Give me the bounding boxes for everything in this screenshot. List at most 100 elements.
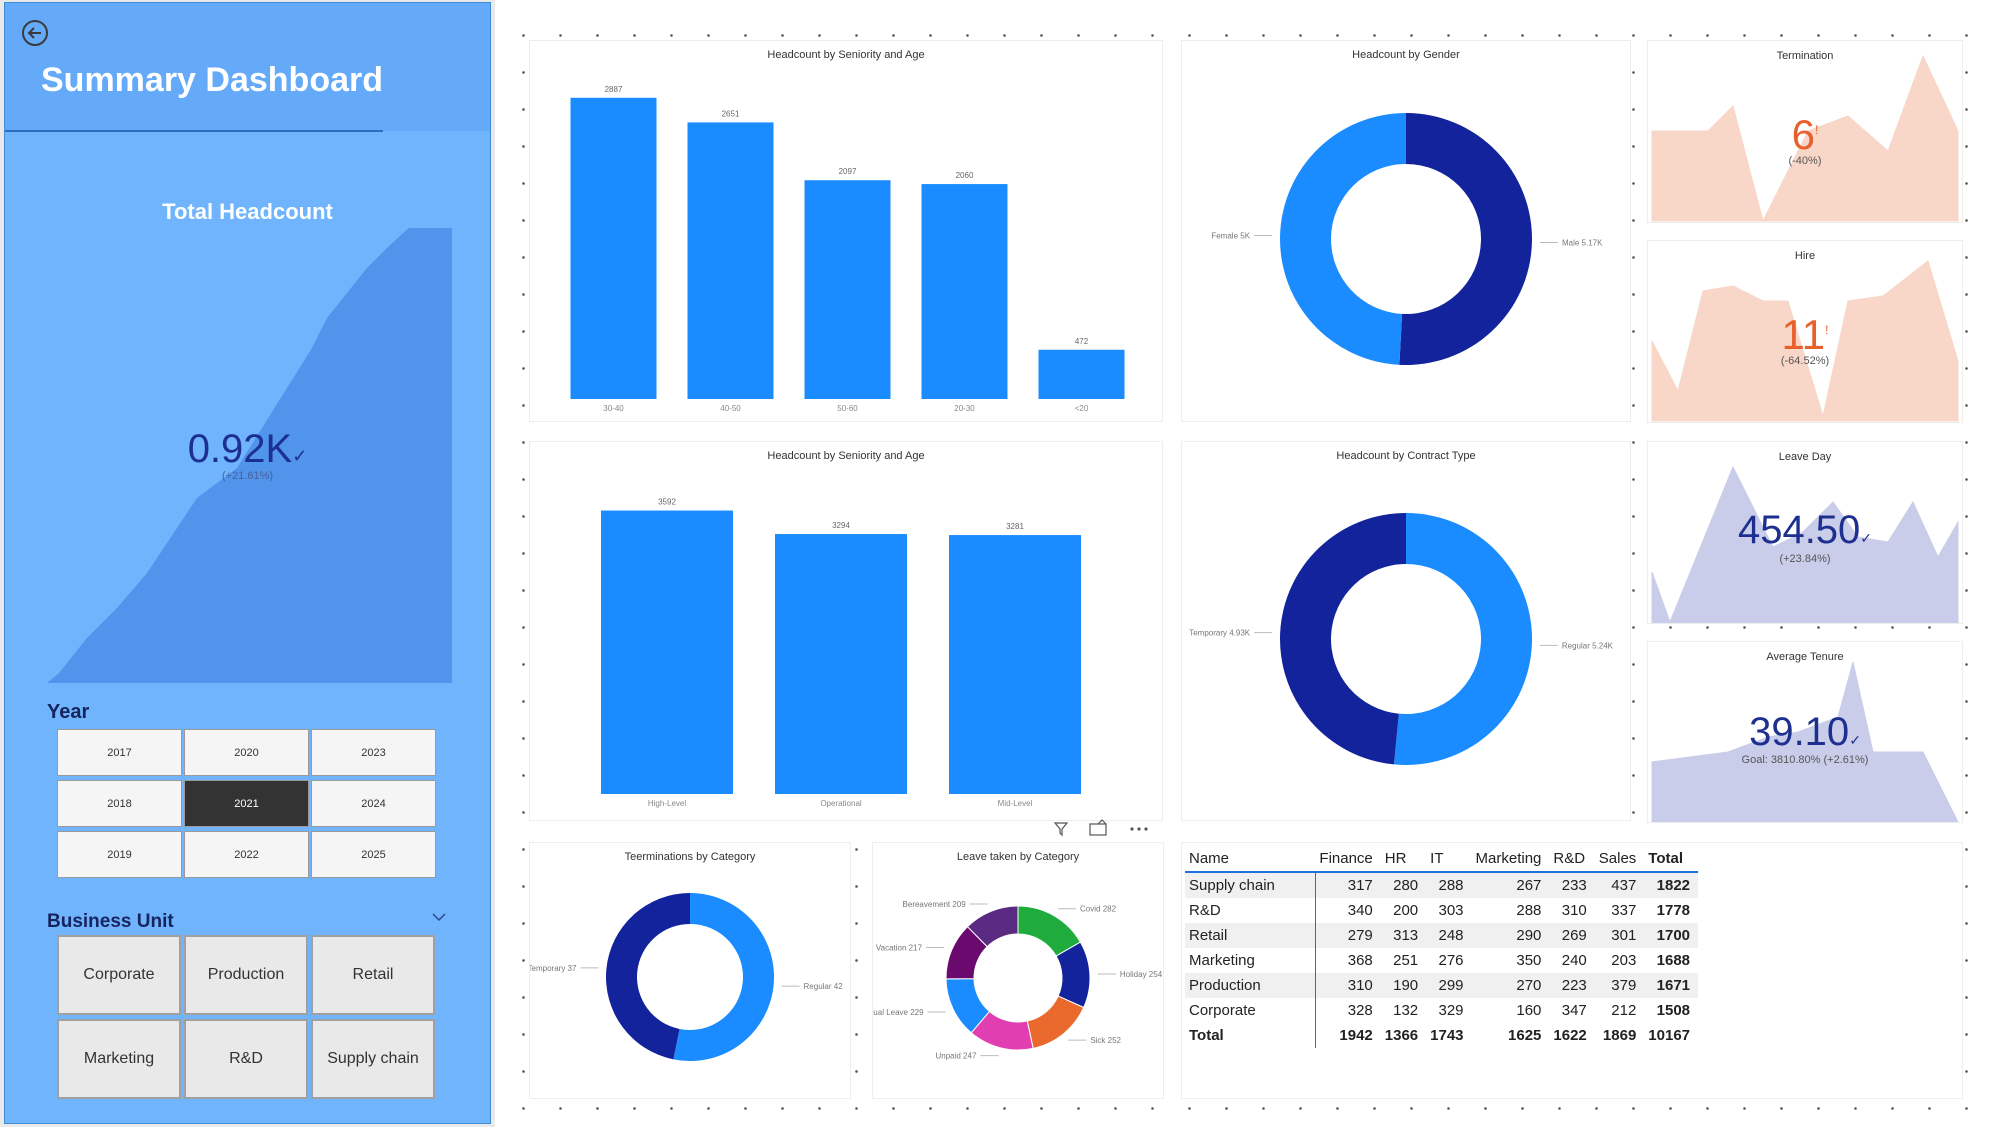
more-options-icon[interactable] — [1130, 827, 1148, 831]
table-cell: 212 — [1611, 1002, 1637, 1019]
slice-regular[interactable] — [1393, 513, 1532, 765]
bar-<20[interactable] — [1038, 349, 1125, 399]
business-unit-option-r-d[interactable]: R&D — [184, 1019, 308, 1099]
column-header[interactable]: Total — [1644, 846, 1698, 872]
table-cell: 299 — [1426, 973, 1472, 998]
leave-category-card[interactable]: Leave taken by Category Covid 282 Holiday… — [873, 843, 1163, 1098]
bar-40-50[interactable] — [687, 122, 774, 400]
bar-Mid-Level[interactable] — [949, 535, 1081, 794]
slice-female[interactable] — [1280, 113, 1406, 365]
bar-30-40[interactable] — [570, 97, 657, 399]
table-cell: 190 — [1380, 973, 1427, 998]
table-cell: 288 — [1516, 902, 1542, 919]
table-row: Marketing 368 251 276 350 240 203 1688 — [1185, 948, 1698, 973]
bar-High-Level[interactable] — [601, 510, 733, 794]
category-label: Operational — [820, 799, 862, 808]
slice-label: Covid 282 — [1080, 905, 1117, 914]
business-unit-option-production[interactable]: Production — [184, 935, 308, 1015]
leave-day-card[interactable]: Leave Day 454.50✓ (+23.84%) — [1648, 442, 1962, 623]
slice-temporary[interactable] — [1279, 513, 1406, 765]
table-cell: 276 — [1438, 952, 1464, 969]
business-unit-slicer-title: Business Unit — [47, 911, 174, 932]
chevron-down-icon[interactable] — [431, 911, 447, 923]
year-option-2017[interactable]: 2017 — [57, 729, 182, 776]
seniority-age-bar-chart: 2887 30-40 2651 40-50 2097 50-60 2060 20-30 472 <… — [570, 85, 1125, 413]
table-cell: 270 — [1471, 973, 1550, 998]
year-option-2019[interactable]: 2019 — [57, 831, 182, 878]
termination-card[interactable]: Termination 6! (-40%) — [1648, 41, 1962, 222]
table-cell: 1822 — [1644, 872, 1699, 898]
table-cell: 317 — [1315, 872, 1381, 898]
column-header[interactable]: Finance — [1315, 846, 1380, 872]
business-unit-option-supply-chain[interactable]: Supply chain — [311, 1019, 435, 1099]
year-option-2025[interactable]: 2025 — [311, 831, 436, 878]
table-cell: 347 — [1561, 1002, 1587, 1019]
page-title: Summary Dashboard — [41, 61, 383, 99]
bar-Operational[interactable] — [775, 534, 907, 794]
bar-50-60[interactable] — [804, 180, 891, 399]
year-option-2018[interactable]: 2018 — [57, 780, 182, 827]
back-arrow-icon[interactable] — [19, 17, 51, 49]
column-header[interactable]: R&D — [1549, 846, 1594, 872]
table-cell: 1622 — [1553, 1027, 1587, 1044]
slice-label: Sick 252 — [1090, 1036, 1121, 1045]
table-row: Production 310 190 299 270 223 379 1671 — [1185, 973, 1699, 998]
year-option-2023[interactable]: 2023 — [311, 729, 436, 776]
table-cell: 280 — [1380, 872, 1427, 898]
data-label: 2097 — [839, 167, 857, 176]
table-cell: 303 — [1438, 902, 1464, 919]
table-row: Retail 279 313 248 290 269 301 1700 — [1185, 923, 1699, 948]
table-cell: 160 — [1516, 1002, 1542, 1019]
column-header[interactable]: Name — [1185, 846, 1315, 872]
focus-mode-icon[interactable] — [1089, 819, 1107, 836]
table-cell: 1625 — [1508, 1027, 1542, 1044]
slice-male[interactable] — [1399, 113, 1532, 365]
year-option-2022[interactable]: 2022 — [184, 831, 309, 878]
year-option-2021[interactable]: 2021 — [184, 780, 309, 827]
slice-label: Regular 5.24K — [1562, 641, 1614, 650]
column-header[interactable]: Marketing — [1472, 846, 1550, 872]
slice-temporary[interactable] — [606, 893, 690, 1060]
data-label: 2651 — [722, 109, 740, 118]
leave-day-change: (+23.84%) — [1779, 553, 1831, 565]
data-label: 472 — [1075, 337, 1089, 346]
contract-donut-chart: Regular 5.24K Temporary 4.93K — [1189, 513, 1614, 765]
table-cell: 313 — [1380, 923, 1427, 948]
table-cell: 350 — [1516, 952, 1542, 969]
headcount-matrix-table: Name Finance HR IT Marketing R&D Sales Total Su… — [1185, 846, 1699, 1048]
category-label: 20-30 — [954, 404, 975, 413]
table-cell: 1778 — [1656, 902, 1691, 919]
seniority-age-card[interactable]: Headcount by Seniority and Age 2887 30-40… — [530, 41, 1162, 421]
table-cell: 233 — [1549, 872, 1595, 898]
bar-20-30[interactable] — [921, 184, 1008, 399]
data-label: 3294 — [832, 521, 850, 530]
hire-card[interactable]: Hire 11! (-64.52%) — [1648, 241, 1962, 422]
business-unit-option-corporate[interactable]: Corporate — [57, 935, 181, 1015]
table-cell: 267 — [1471, 872, 1550, 898]
table-cell: 310 — [1561, 902, 1587, 919]
column-header[interactable]: IT — [1426, 846, 1471, 872]
filter-icon[interactable] — [1053, 822, 1069, 837]
table-cell: 328 — [1347, 1002, 1373, 1019]
year-option-2024[interactable]: 2024 — [311, 780, 436, 827]
table-cell: 132 — [1393, 1002, 1419, 1019]
business-unit-option-marketing[interactable]: Marketing — [57, 1019, 181, 1099]
table-cell: 1671 — [1644, 973, 1699, 998]
seniority-level-card[interactable]: Headcount by Seniority and Age 3592 High-… — [530, 442, 1162, 820]
slice-label: Anual Leave 229 — [873, 1008, 924, 1017]
slice-label: Bereavement 209 — [903, 900, 967, 909]
column-header[interactable]: HR — [1381, 846, 1426, 872]
table-cell: 279 — [1315, 923, 1381, 948]
year-option-2020[interactable]: 2020 — [184, 729, 309, 776]
row-label: Total — [1185, 1023, 1316, 1048]
table-cell: 1869 — [1602, 1027, 1637, 1044]
table-cell: 437 — [1594, 872, 1645, 898]
contract-card[interactable]: Headcount by Contract Type Regular 5.24K… — [1182, 442, 1630, 820]
gender-card[interactable]: Headcount by Gender Male 5.17K Female 5K — [1182, 41, 1630, 421]
terminations-category-card[interactable]: Teerminations by Category Regular 42 Temp… — [530, 843, 850, 1098]
table-cell: 10167 — [1648, 1027, 1691, 1044]
average-tenure-card[interactable]: Average Tenure 39.10✓ Goal: 3810.80% (+2… — [1648, 642, 1962, 822]
business-unit-option-retail[interactable]: Retail — [311, 935, 435, 1015]
column-header[interactable]: Sales — [1595, 846, 1645, 872]
table-row: Corporate 328 132 329 160 347 212 1508 — [1185, 998, 1698, 1023]
